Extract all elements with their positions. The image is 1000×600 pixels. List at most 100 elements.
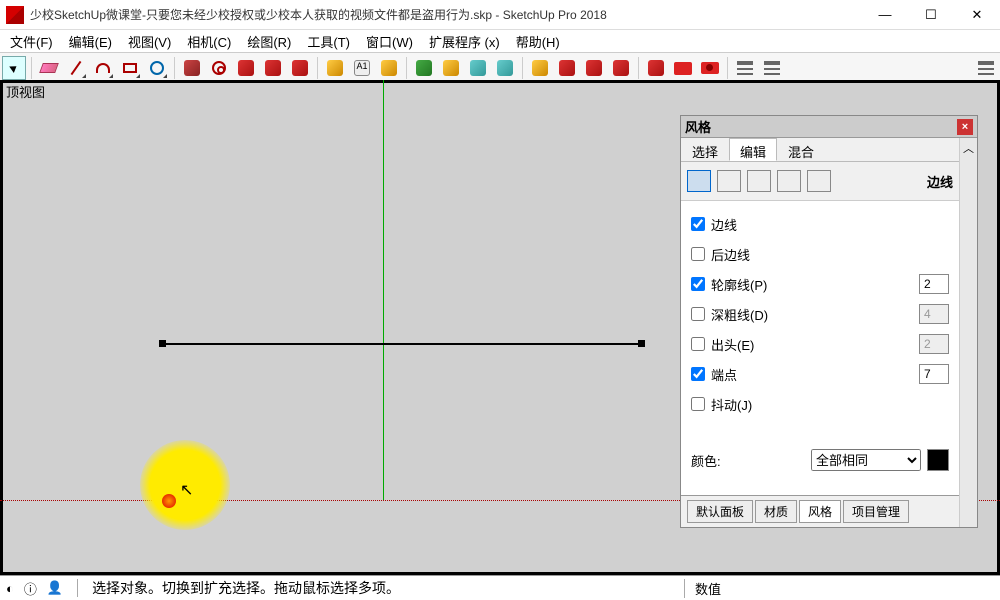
close-button[interactable]: ✕ (954, 0, 1000, 30)
edges-checkbox[interactable] (691, 217, 705, 231)
tray-toggle[interactable] (974, 56, 998, 80)
modeling-settings-icon[interactable] (807, 170, 831, 192)
extension-label: 出头(E) (711, 335, 754, 354)
menu-camera[interactable]: 相机(C) (181, 30, 237, 52)
arc-tool[interactable] (91, 56, 115, 80)
face-settings-icon[interactable] (717, 170, 741, 192)
plugin-folder-tool[interactable] (671, 56, 695, 80)
move-tool[interactable] (234, 56, 258, 80)
styles-panel-title: 风格 (685, 117, 711, 136)
color-label: 颜色: (691, 451, 721, 470)
plugin-tool-1[interactable] (644, 56, 668, 80)
depthcue-label: 深粗线(D) (711, 305, 768, 324)
tab-edit[interactable]: 编辑 (729, 138, 777, 161)
extension-checkbox[interactable] (691, 337, 705, 351)
profiles-label: 轮廓线(P) (711, 275, 767, 294)
vcb: 数值 (684, 579, 994, 598)
depthcue-input (919, 304, 949, 324)
zoom-extents-tool[interactable] (493, 56, 517, 80)
maximize-button[interactable]: ☐ (908, 0, 954, 30)
statusbar: ◐ ⓘ 👤 选择对象。切换到扩充选择。拖动鼠标选择多项。 数值 (0, 575, 1000, 600)
menu-tools[interactable]: 工具(T) (301, 30, 356, 52)
offset-tool[interactable] (207, 56, 231, 80)
extension-tool[interactable] (555, 56, 579, 80)
edge-options: 边线 后边线 轮廓线(P) 深粗线(D) (681, 201, 959, 495)
plugin-camera-tool[interactable] (698, 56, 722, 80)
jitter-label: 抖动(J) (711, 395, 752, 414)
outliner-tool[interactable] (733, 56, 757, 80)
menu-edit[interactable]: 编辑(E) (63, 30, 118, 52)
styles-subtabs: 选择 编辑 混合 (681, 138, 959, 162)
circle-tool[interactable] (145, 56, 169, 80)
scale-tool[interactable] (288, 56, 312, 80)
pan-tool[interactable] (439, 56, 463, 80)
panel-scrollbar[interactable] (959, 138, 977, 527)
menu-view[interactable]: 视图(V) (122, 30, 177, 52)
menu-window[interactable]: 窗口(W) (360, 30, 419, 52)
watermark-settings-icon[interactable] (777, 170, 801, 192)
window-title: 少校SketchUp微课堂-只要您未经少校授权或少校本人获取的视频文件都是盗用行… (30, 6, 862, 23)
tab-materials[interactable]: 材质 (755, 500, 797, 523)
tab-select[interactable]: 选择 (681, 138, 729, 161)
menu-draw[interactable]: 绘图(R) (241, 30, 297, 52)
cursor-dot-icon (162, 494, 176, 508)
tab-default-tray[interactable]: 默认面板 (687, 500, 753, 523)
app-icon (6, 6, 24, 24)
eraser-tool[interactable] (37, 56, 61, 80)
tab-project[interactable]: 项目管理 (843, 500, 909, 523)
style-mode-row: 边线 (681, 162, 959, 201)
layout-tool[interactable] (582, 56, 606, 80)
color-swatch[interactable] (927, 449, 949, 471)
info-tool[interactable] (760, 56, 784, 80)
tab-mix[interactable]: 混合 (777, 138, 825, 161)
titlebar: 少校SketchUp微课堂-只要您未经少校授权或少校本人获取的视频文件都是盗用行… (0, 0, 1000, 30)
status-hint: 选择对象。切换到扩充选择。拖动鼠标选择多项。 (92, 578, 400, 598)
viewport-label: 顶视图 (0, 80, 51, 103)
back-edges-label: 后边线 (711, 245, 750, 264)
green-axis (383, 80, 384, 500)
endpoints-input[interactable] (919, 364, 949, 384)
tray-bottom-tabs: 默认面板 材质 风格 项目管理 (681, 495, 959, 527)
zoom-tool[interactable] (466, 56, 490, 80)
endpoints-label: 端点 (711, 365, 737, 384)
styles-panel-header[interactable]: 风格 × (681, 116, 977, 138)
extmgr-tool[interactable] (609, 56, 633, 80)
endpoints-checkbox[interactable] (691, 367, 705, 381)
styles-tray[interactable]: 风格 × 选择 编辑 混合 边线 边线 (680, 115, 978, 528)
drawn-edge[interactable] (162, 343, 642, 345)
menu-help[interactable]: 帮助(H) (510, 30, 566, 52)
line-tool[interactable] (64, 56, 88, 80)
panel-close-button[interactable]: × (957, 119, 973, 135)
menu-ext[interactable]: 扩展程序 (x) (423, 30, 506, 52)
rotate-tool[interactable] (261, 56, 285, 80)
cursor-highlight: ↖ (140, 440, 230, 530)
tab-styles[interactable]: 风格 (799, 500, 841, 523)
status-icon-2[interactable]: ⓘ (24, 579, 37, 598)
paint-tool[interactable] (377, 56, 401, 80)
profiles-checkbox[interactable] (691, 277, 705, 291)
edge-settings-icon[interactable] (687, 170, 711, 192)
cursor-arrow-icon: ↖ (180, 480, 193, 500)
jitter-checkbox[interactable] (691, 397, 705, 411)
depthcue-checkbox[interactable] (691, 307, 705, 321)
warehouse-tool[interactable] (528, 56, 552, 80)
edges-label: 边线 (711, 215, 737, 234)
section-label: 边线 (927, 172, 953, 191)
profiles-input[interactable] (919, 274, 949, 294)
text-tool[interactable]: A1 (350, 56, 374, 80)
menubar: 文件(F) 编辑(E) 视图(V) 相机(C) 绘图(R) 工具(T) 窗口(W… (0, 30, 1000, 52)
vcb-label: 数值 (695, 579, 721, 598)
status-icon-1[interactable]: ◐ (6, 581, 14, 596)
rectangle-tool[interactable] (118, 56, 142, 80)
extension-input (919, 334, 949, 354)
bg-settings-icon[interactable] (747, 170, 771, 192)
select-tool[interactable] (2, 56, 26, 80)
menu-file[interactable]: 文件(F) (4, 30, 59, 52)
tape-tool[interactable] (323, 56, 347, 80)
back-edges-checkbox[interactable] (691, 247, 705, 261)
color-mode-select[interactable]: 全部相同 (811, 449, 921, 471)
status-icon-3[interactable]: 👤 (47, 580, 63, 596)
orbit-tool[interactable] (412, 56, 436, 80)
pushpull-tool[interactable] (180, 56, 204, 80)
minimize-button[interactable]: — (862, 0, 908, 30)
